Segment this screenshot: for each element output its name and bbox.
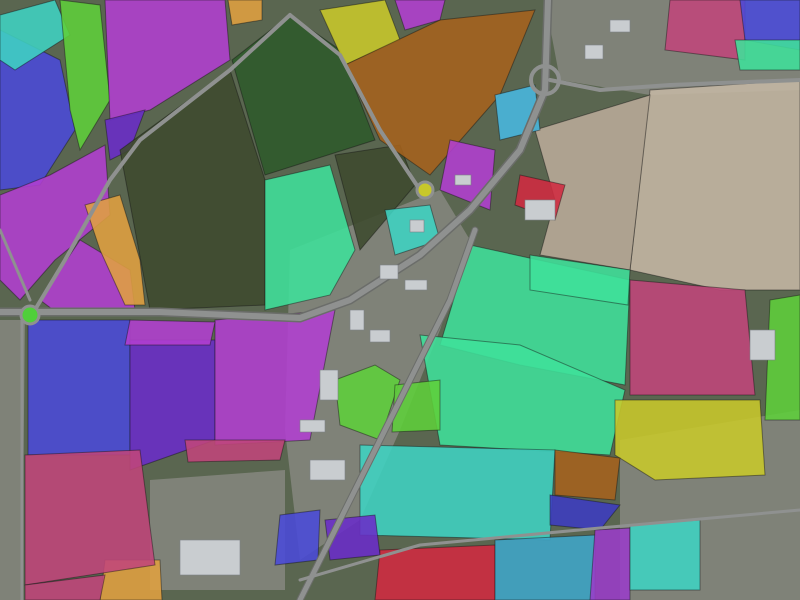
parcel-cyan-south: [359, 444, 556, 541]
building: [454, 174, 472, 186]
building: [349, 309, 365, 331]
segmentation-overlay: [0, 0, 800, 600]
parcel-yellow-east: [614, 399, 766, 481]
building: [524, 199, 556, 221]
north-roundabout: [415, 180, 435, 200]
parcel-pink-west: [24, 449, 156, 586]
building: [584, 44, 604, 60]
aerial-map: [0, 0, 800, 600]
building-yellow: [749, 329, 776, 361]
building: [369, 329, 391, 343]
parking-lot: [179, 539, 241, 576]
parcel-purple-south: [589, 527, 631, 600]
building: [409, 219, 425, 233]
parcel-brown-south: [554, 449, 621, 501]
parcel-mint-top-right: [734, 39, 800, 71]
parcel-cyan-south-east: [629, 519, 701, 591]
parcel-blue-south-lot: [274, 509, 321, 566]
building: [609, 19, 631, 33]
parcel-pink-top-right: [664, 0, 746, 61]
building: [309, 459, 346, 481]
building: [319, 369, 339, 401]
parcel-pink-west-small: [184, 439, 286, 463]
building: [379, 264, 399, 280]
west-roundabout: [19, 304, 41, 326]
parcel-bare-field-east: [629, 79, 800, 291]
parcel-pink-east: [629, 279, 756, 396]
building: [404, 279, 428, 291]
building: [299, 419, 326, 433]
parcel-steel-south: [494, 534, 596, 600]
parcel-orange-top: [227, 0, 263, 26]
parcel-blue-west: [27, 319, 131, 456]
parcel-magenta-small-west: [124, 319, 216, 346]
